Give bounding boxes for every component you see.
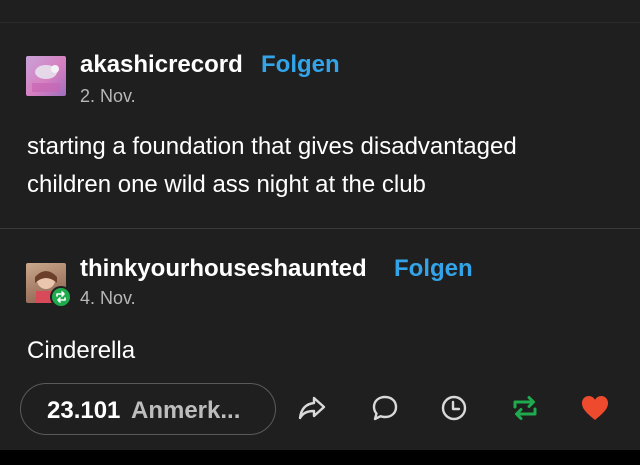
post-body-line: children one wild ass night at the club — [27, 171, 426, 198]
heart-icon[interactable] — [579, 392, 611, 424]
post-original: akashicrecord Folgen 2. Nov. starting a … — [0, 23, 640, 228]
notes-label: Anmerk... — [131, 397, 241, 424]
bottom-bar — [0, 450, 640, 465]
avatar[interactable] — [26, 56, 66, 96]
post-date: 2. Nov. — [80, 86, 136, 106]
username[interactable]: thinkyourhouseshaunted — [80, 255, 367, 283]
reblog-badge-icon — [50, 286, 72, 308]
share-icon[interactable] — [296, 392, 328, 424]
reblog-icon[interactable] — [509, 392, 541, 424]
avatar-image — [32, 65, 60, 92]
post-body-line: starting a foundation that gives disadva… — [27, 133, 517, 160]
follow-button[interactable]: Folgen — [394, 255, 473, 283]
post-body: Cinderella — [27, 337, 136, 364]
post-body: starting a foundation that gives disadva… — [27, 128, 627, 204]
username[interactable]: akashicrecord — [80, 51, 243, 79]
post-reblog: thinkyourhouseshaunted Folgen 4. Nov. Ci… — [0, 229, 640, 450]
follow-button[interactable]: Folgen — [261, 51, 340, 79]
notes-button[interactable]: 23.101 Anmerk... — [20, 383, 276, 435]
comment-icon[interactable] — [369, 392, 401, 424]
post-date: 4. Nov. — [80, 288, 136, 308]
clock-icon[interactable] — [438, 392, 470, 424]
notes-count: 23.101 — [47, 397, 121, 424]
